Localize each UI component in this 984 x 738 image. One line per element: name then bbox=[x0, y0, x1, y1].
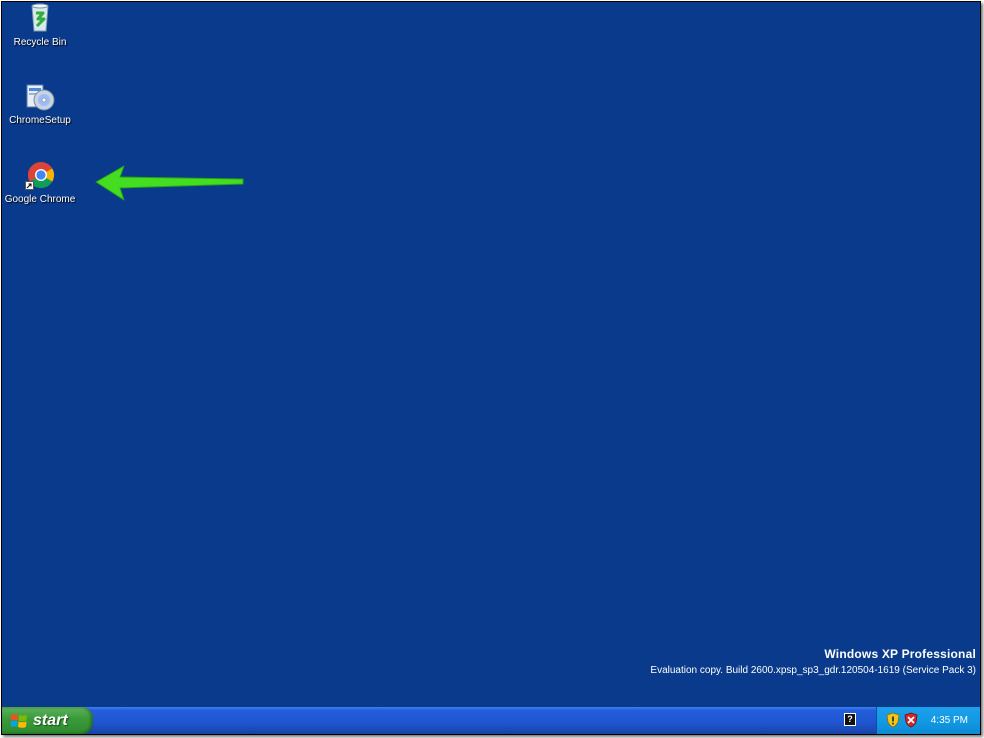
recycle-bin-icon bbox=[24, 2, 56, 34]
windows-flag-icon bbox=[10, 712, 28, 730]
shortcut-arrow-icon bbox=[25, 181, 34, 190]
setup-installer-icon bbox=[24, 80, 56, 112]
green-arrow-annotation bbox=[95, 165, 244, 201]
desktop-icon-chromesetup[interactable]: ChromeSetup bbox=[2, 80, 78, 126]
start-label: start bbox=[33, 711, 68, 729]
security-shield-icon[interactable] bbox=[885, 712, 901, 728]
desktop-icon-google-chrome[interactable]: Google Chrome bbox=[2, 159, 78, 205]
edition-title: Windows XP Professional bbox=[824, 647, 976, 661]
desktop-icon-recycle-bin[interactable]: Recycle Bin bbox=[2, 2, 78, 48]
build-info: Evaluation copy. Build 2600.xpsp_sp3_gdr… bbox=[650, 665, 976, 676]
taskbar: start ? 4:35 PM bbox=[2, 707, 980, 734]
desktop-icon-label: Recycle Bin bbox=[13, 37, 67, 48]
help-icon[interactable]: ? bbox=[844, 713, 856, 726]
windows-edition-watermark: Windows XP Professional Evaluation copy.… bbox=[650, 647, 976, 676]
antivirus-shield-icon[interactable] bbox=[903, 712, 919, 728]
desktop[interactable]: Recycle Bin ChromeSetup Google Chrome Wi… bbox=[2, 2, 980, 707]
system-tray: 4:35 PM bbox=[876, 707, 980, 734]
desktop-icon-label: Google Chrome bbox=[4, 194, 76, 205]
clock[interactable]: 4:35 PM bbox=[931, 715, 968, 726]
desktop-icon-label: ChromeSetup bbox=[9, 115, 71, 126]
start-button[interactable]: start bbox=[2, 707, 93, 734]
chrome-icon bbox=[24, 159, 56, 191]
screenshot-frame: Recycle Bin ChromeSetup Google Chrome Wi… bbox=[1, 1, 981, 735]
